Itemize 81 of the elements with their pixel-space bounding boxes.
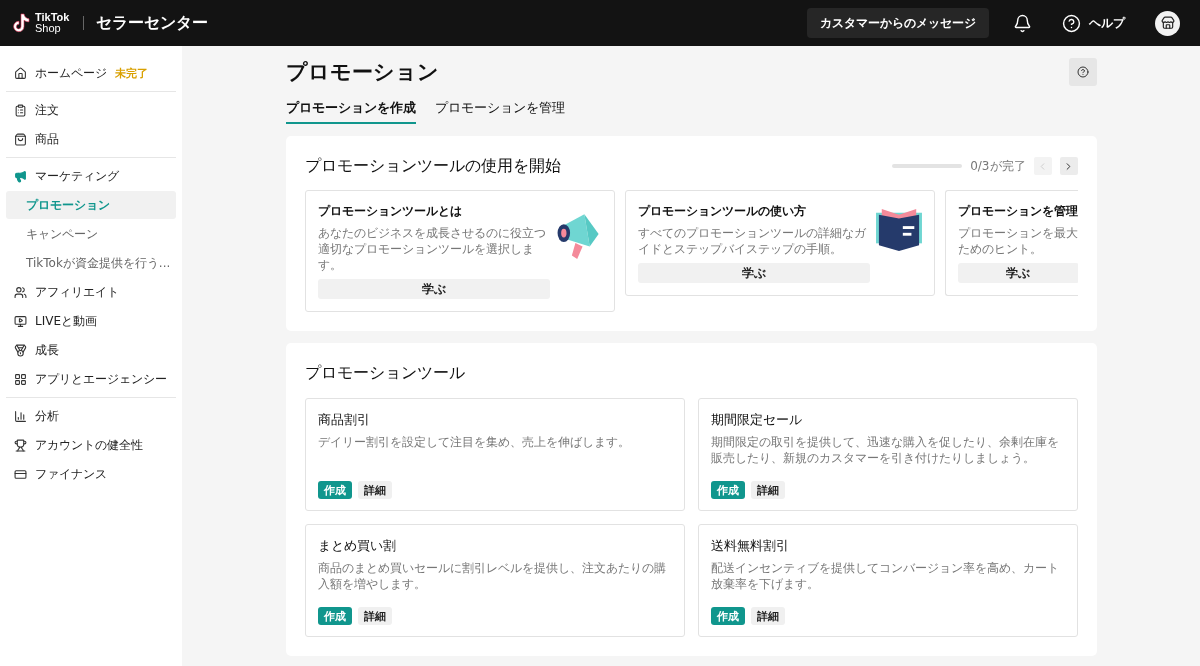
details-button[interactable]: 詳細 [357, 607, 392, 625]
sidebar-item[interactable]: マーケティング [6, 162, 176, 190]
sidebar-subitem[interactable]: キャンペーン [6, 220, 176, 248]
sidebar-item[interactable]: 商品 [6, 125, 176, 153]
help-button[interactable]: ヘルプ [1062, 13, 1125, 33]
bar-chart-icon [14, 409, 27, 423]
app-title: セラーセンター [96, 12, 209, 34]
trophy-icon [14, 438, 27, 452]
notification-button[interactable] [1013, 13, 1032, 33]
help-icon [1062, 13, 1081, 33]
card-description: プロモーションを最大ためのヒント。 [957, 225, 1078, 257]
messages-button[interactable]: カスタマーからのメッセージ [807, 8, 989, 38]
sidebar-label: アフィリエイト [35, 283, 119, 301]
sidebar-label: ファイナンス [35, 465, 107, 483]
store-avatar[interactable] [1155, 10, 1180, 36]
logo-subtext: Shop [35, 23, 62, 34]
learn-button[interactable]: 学ぶ [317, 279, 550, 299]
create-button[interactable]: 作成 [710, 481, 745, 499]
sidebar-item[interactable]: アプリとエージェンシー [6, 365, 176, 393]
progress-reading: 0/3が完了 [970, 157, 1026, 175]
card-title: 商品割引 [317, 411, 371, 429]
learn-button[interactable]: 学ぶ [637, 263, 870, 283]
details-button[interactable]: 詳細 [750, 607, 785, 625]
sidebar-item[interactable]: アカウントの健全性 [6, 431, 176, 459]
sidebar-item[interactable]: 成長 [6, 336, 176, 364]
create-button[interactable]: 作成 [317, 481, 352, 499]
sidebar-label: ホームページ [35, 64, 107, 82]
card-title: 送料無料割引 [710, 537, 790, 555]
card-description: 配送インセンティブを提供してコンバージョン率を高め、カート放棄率を下げます。 [710, 560, 1060, 593]
sidebar-label: アカウントの健全性 [35, 436, 143, 454]
card-description: デイリー割引を設定して注目を集め、売上を伸ばします。 [317, 434, 631, 451]
bag-icon [14, 132, 27, 146]
card-description: 商品のまとめ買いセールに割引レベルを提供し、注文あたりの購入額を増やします。 [317, 560, 667, 593]
card-description: 期間限定の取引を提供して、迅速な購入を促したり、余剰在庫を販売したり、新規のカスタマーを引き付けたりしましょう。 [710, 434, 1060, 467]
people-icon [14, 285, 27, 299]
sidebar-label: 注文 [35, 101, 59, 119]
sidebar-item[interactable]: アフィリエイト [6, 278, 176, 306]
section-title: プロモーションツール [304, 362, 465, 384]
sidebar-item[interactable]: 注文 [6, 96, 176, 124]
sidebar-label: アプリとエージェンシー [35, 370, 167, 388]
book-drawing [873, 207, 924, 251]
page-title: プロモーション [285, 59, 439, 86]
sidebar-label: 商品 [35, 130, 59, 148]
help-button[interactable] [1068, 58, 1097, 86]
learn-button[interactable]: 学ぶ [957, 263, 1078, 283]
card-icon [14, 467, 27, 481]
create-button[interactable]: 作成 [710, 607, 745, 625]
card-title: プロモーションツールの使い方 [637, 203, 807, 220]
details-button[interactable]: 詳細 [750, 481, 785, 499]
details-button[interactable]: 詳細 [357, 481, 392, 499]
section-title: プロモーションツールの使用を開始 [304, 155, 561, 177]
clipboard-icon [14, 103, 27, 117]
sidebar-label: 分析 [35, 407, 59, 425]
store-icon [1160, 16, 1175, 30]
sidebar-item[interactable]: LIVEと動画 [6, 307, 176, 335]
sidebar-item[interactable]: 分析 [6, 402, 176, 430]
help-icon [1076, 66, 1089, 78]
megaphone-icon [14, 169, 27, 183]
tab[interactable]: プロモーションを作成 [285, 100, 416, 124]
sidebar-subitem[interactable]: TikTokが資金提供を行う... [6, 249, 176, 277]
card-title: プロモーションを管理 [957, 203, 1078, 220]
home-icon [14, 66, 27, 80]
tab[interactable]: プロモーションを管理 [434, 100, 565, 124]
create-button[interactable]: 作成 [317, 607, 352, 625]
logo-text: TikTok [35, 12, 70, 23]
sidebar-label: LIVEと動画 [35, 312, 97, 330]
sidebar-item[interactable]: ホームページ 未完了 [6, 59, 176, 87]
sidebar-label: マーケティング [35, 167, 119, 185]
card-title: 期間限定セール [710, 411, 803, 429]
video-icon [14, 314, 27, 328]
status-label: 未完了 [115, 65, 148, 81]
sidebar-label: 成長 [35, 341, 59, 359]
card-description: すべてのプロモーションツールの詳細なガイドとステップバイステップの手順。 [637, 225, 867, 257]
grid-icon [14, 372, 27, 386]
card-description: あなたのビジネスを成長させるのに役立つ適切なプロモーションツールを選択します。 [317, 225, 547, 273]
card-title: プロモーションツールとは [317, 203, 463, 220]
card-title: まとめ買い割 [317, 537, 397, 555]
sidebar-item[interactable]: ファイナンス [6, 460, 176, 488]
music-note-icon [12, 13, 30, 33]
bell-icon [1013, 13, 1032, 33]
medal-icon [14, 343, 27, 357]
